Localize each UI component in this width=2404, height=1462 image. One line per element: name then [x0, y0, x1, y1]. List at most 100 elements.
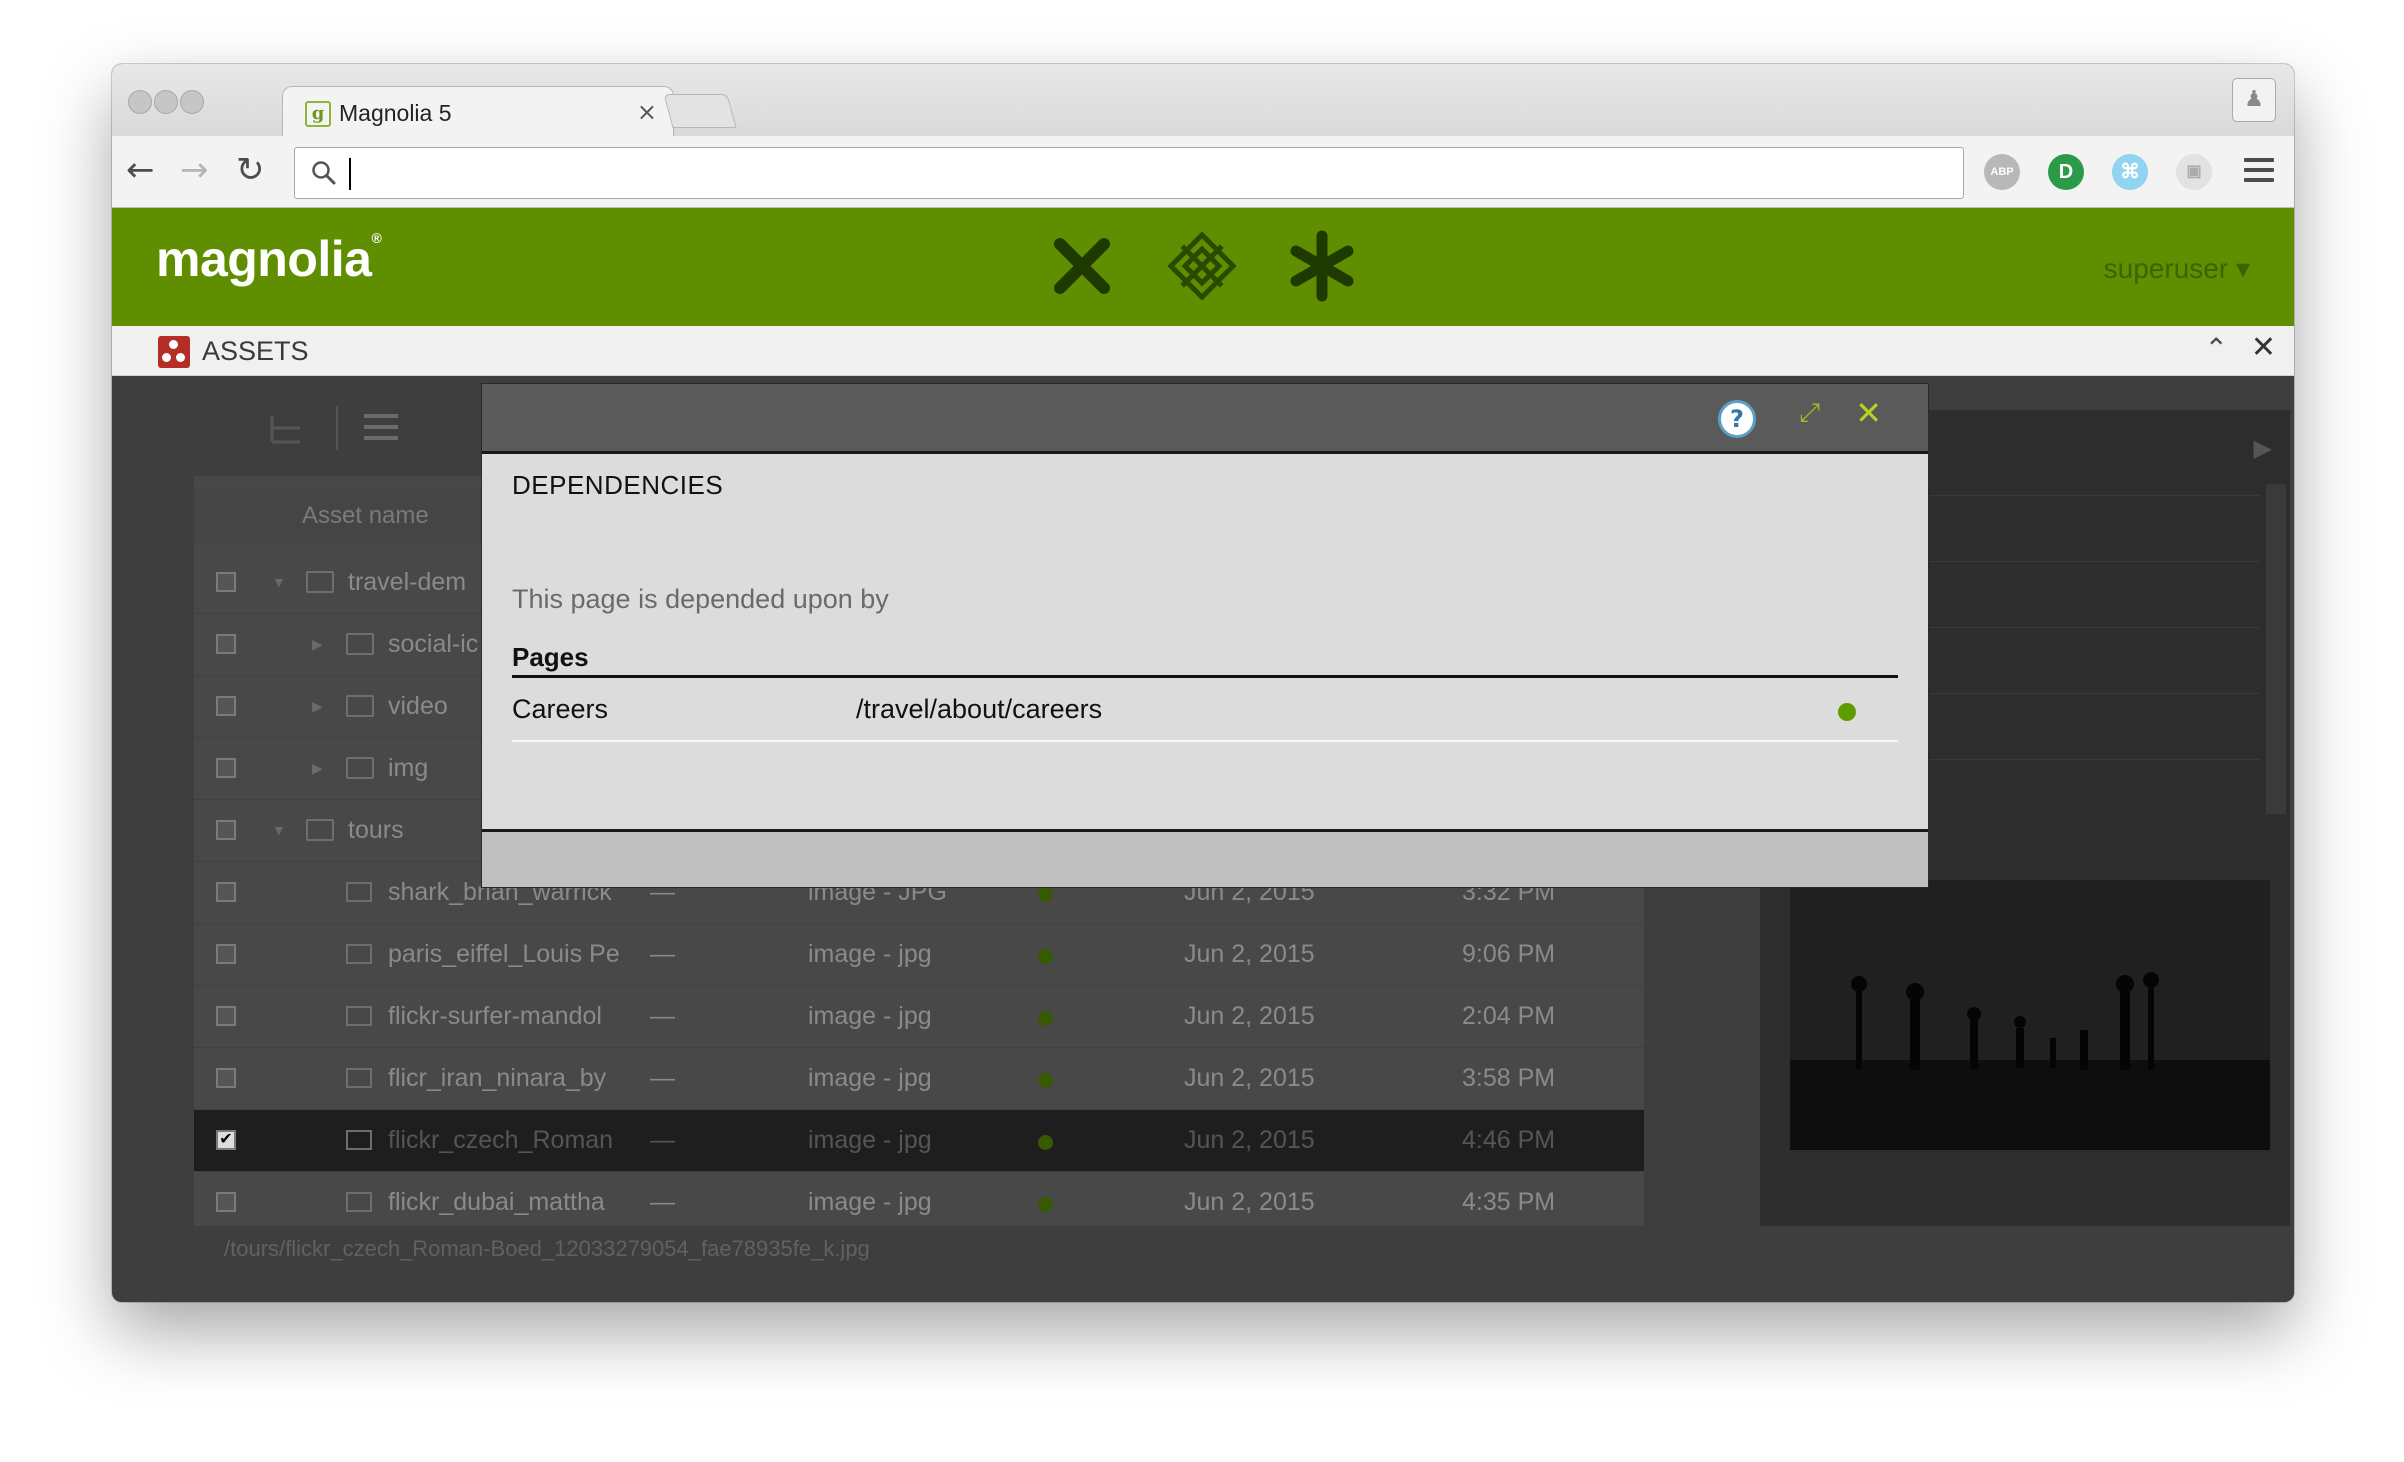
asset-name[interactable]: social-ic [388, 630, 478, 659]
close-app-icon[interactable]: ✕ [2251, 330, 2276, 365]
asset-name[interactable]: travel-dem [348, 568, 466, 597]
new-tab-button[interactable] [663, 94, 737, 128]
zoom-window-button[interactable] [180, 90, 204, 114]
dialog-title: DEPENDENCIES [512, 470, 724, 500]
minimize-window-button[interactable] [154, 90, 178, 114]
close-dialog-icon[interactable]: ✕ [1855, 394, 1882, 432]
table-row[interactable]: ✔ flickr_czech_Roman — image - jpg Jun 2, 20… [194, 1110, 1644, 1172]
close-window-button[interactable] [128, 90, 152, 114]
collapsed-arrow-icon[interactable]: ▶ [312, 636, 323, 653]
dashlane-icon[interactable]: D [2048, 154, 2084, 190]
asset-name[interactable]: flickr_dubai_mattha [388, 1188, 633, 1217]
dependency-name: Careers [512, 694, 609, 724]
status-dot-icon [1038, 1197, 1053, 1212]
tools-icon[interactable] [1046, 230, 1118, 302]
asset-time: 4:35 PM [1462, 1188, 1556, 1216]
pages-section-header: Pages [512, 638, 1898, 678]
folder-icon [306, 571, 334, 593]
magnolia-favicon-icon: g [305, 101, 331, 127]
action-scrollbar[interactable] [2266, 484, 2286, 814]
address-input[interactable] [349, 154, 1939, 192]
row-checkbox[interactable]: ✔ [216, 1130, 236, 1150]
image-icon [346, 1068, 372, 1088]
expanded-arrow-icon[interactable]: ▼ [272, 822, 286, 838]
collapsed-arrow-icon[interactable]: ▶ [312, 698, 323, 715]
asset-name[interactable]: flicr_iran_ninara_by [388, 1064, 633, 1093]
list-view-icon[interactable] [362, 412, 402, 444]
row-checkbox[interactable] [216, 944, 236, 964]
asset-name[interactable]: paris_eiffel_Louis Pe [388, 940, 633, 969]
reload-icon[interactable]: ↻ [236, 150, 265, 190]
asterisk-icon[interactable] [1286, 230, 1358, 302]
magnolia-logo[interactable]: magnolia® [156, 230, 382, 288]
app-bar: ASSETS ⌃ ✕ [112, 326, 2294, 376]
dialog-subtitle: This page is depended upon by [512, 584, 889, 614]
table-row[interactable]: flickr-surfer-mandol — image - jpg Jun 2, 2… [194, 986, 1644, 1048]
asset-type: image - jpg [808, 1064, 932, 1092]
asset-dash: — [650, 1064, 675, 1092]
asset-time: 2:04 PM [1462, 1002, 1556, 1030]
adblock-icon[interactable]: ABP [1984, 154, 2020, 190]
row-checkbox[interactable] [216, 572, 236, 592]
asset-dash: — [650, 1188, 675, 1216]
dependency-row[interactable]: Careers /travel/about/careers [512, 678, 1898, 742]
dialog-header: ? ⤢ ✕ [482, 384, 1928, 454]
row-checkbox[interactable] [216, 820, 236, 840]
asset-date: Jun 2, 2015 [1184, 940, 1315, 968]
row-checkbox[interactable] [216, 1068, 236, 1088]
selected-path: /tours/flickr_czech_Roman-Boed_120332790… [224, 1236, 870, 1261]
row-checkbox[interactable] [216, 758, 236, 778]
row-checkbox[interactable] [216, 882, 236, 902]
asset-type: image - jpg [808, 1002, 932, 1030]
user-menu[interactable]: superuser ▾ [2104, 252, 2250, 285]
profile-icon[interactable]: ♟ [2232, 78, 2276, 122]
row-checkbox[interactable] [216, 1192, 236, 1212]
forward-icon[interactable]: → [180, 150, 209, 190]
browser-tab[interactable]: g Magnolia 5 × [282, 86, 674, 138]
help-icon[interactable]: ? [1718, 400, 1756, 438]
folder-icon [346, 757, 374, 779]
back-icon[interactable]: ← [126, 150, 155, 190]
image-icon [346, 1130, 372, 1150]
asset-dash: — [650, 1002, 675, 1030]
status-dot-icon [1038, 949, 1053, 964]
image-icon [346, 882, 372, 902]
asset-name[interactable]: tours [348, 816, 404, 845]
row-checkbox[interactable] [216, 634, 236, 654]
folder-icon [306, 819, 334, 841]
dependency-path[interactable]: /travel/about/careers [856, 694, 1102, 725]
asset-name[interactable]: img [388, 754, 428, 783]
status-dot-icon [1038, 1073, 1053, 1088]
column-asset-name[interactable]: Asset name [302, 502, 429, 530]
asset-name[interactable]: flickr-surfer-mandol [388, 1002, 633, 1031]
table-row[interactable]: flicr_iran_ninara_by — image - jpg Jun 2, 2… [194, 1048, 1644, 1110]
row-checkbox[interactable] [216, 1006, 236, 1026]
tab-title: Magnolia 5 [339, 100, 452, 126]
table-row[interactable]: flickr_dubai_mattha — image - jpg Jun 2, 20… [194, 1172, 1644, 1226]
menu-icon[interactable] [2244, 158, 2274, 188]
status-dot-icon [1038, 887, 1053, 902]
asset-type: image - jpg [808, 1126, 932, 1154]
search-icon [312, 161, 336, 185]
pages-diamond-icon[interactable] [1166, 230, 1238, 302]
asset-date: Jun 2, 2015 [1184, 1126, 1315, 1154]
folder-icon [346, 633, 374, 655]
asset-name[interactable]: video [388, 692, 448, 721]
table-row[interactable]: paris_eiffel_Louis Pe — image - jpg Jun 2, … [194, 924, 1644, 986]
status-dot-icon [1038, 1011, 1053, 1026]
asset-name[interactable]: flickr_czech_Roman [388, 1126, 633, 1155]
command-icon[interactable]: ⌘ [2112, 154, 2148, 190]
address-bar[interactable] [294, 147, 1964, 199]
expand-icon[interactable]: ⤢ [1799, 398, 1820, 429]
asset-preview-image [1790, 880, 2270, 1150]
expanded-arrow-icon[interactable]: ▼ [272, 574, 286, 590]
row-checkbox[interactable] [216, 696, 236, 716]
collapse-icon[interactable]: ⌃ [2205, 332, 2228, 365]
tab-close-icon[interactable]: × [637, 98, 657, 126]
browser-toolbar: ← → ↻ ABP D ⌘ ▣ [112, 136, 2294, 208]
collapsed-arrow-icon[interactable]: ▶ [312, 760, 323, 777]
image-icon [346, 1006, 372, 1026]
tree-view-icon[interactable] [266, 412, 306, 448]
asset-time: 9:06 PM [1462, 940, 1556, 968]
evernote-icon[interactable]: ▣ [2176, 154, 2212, 190]
